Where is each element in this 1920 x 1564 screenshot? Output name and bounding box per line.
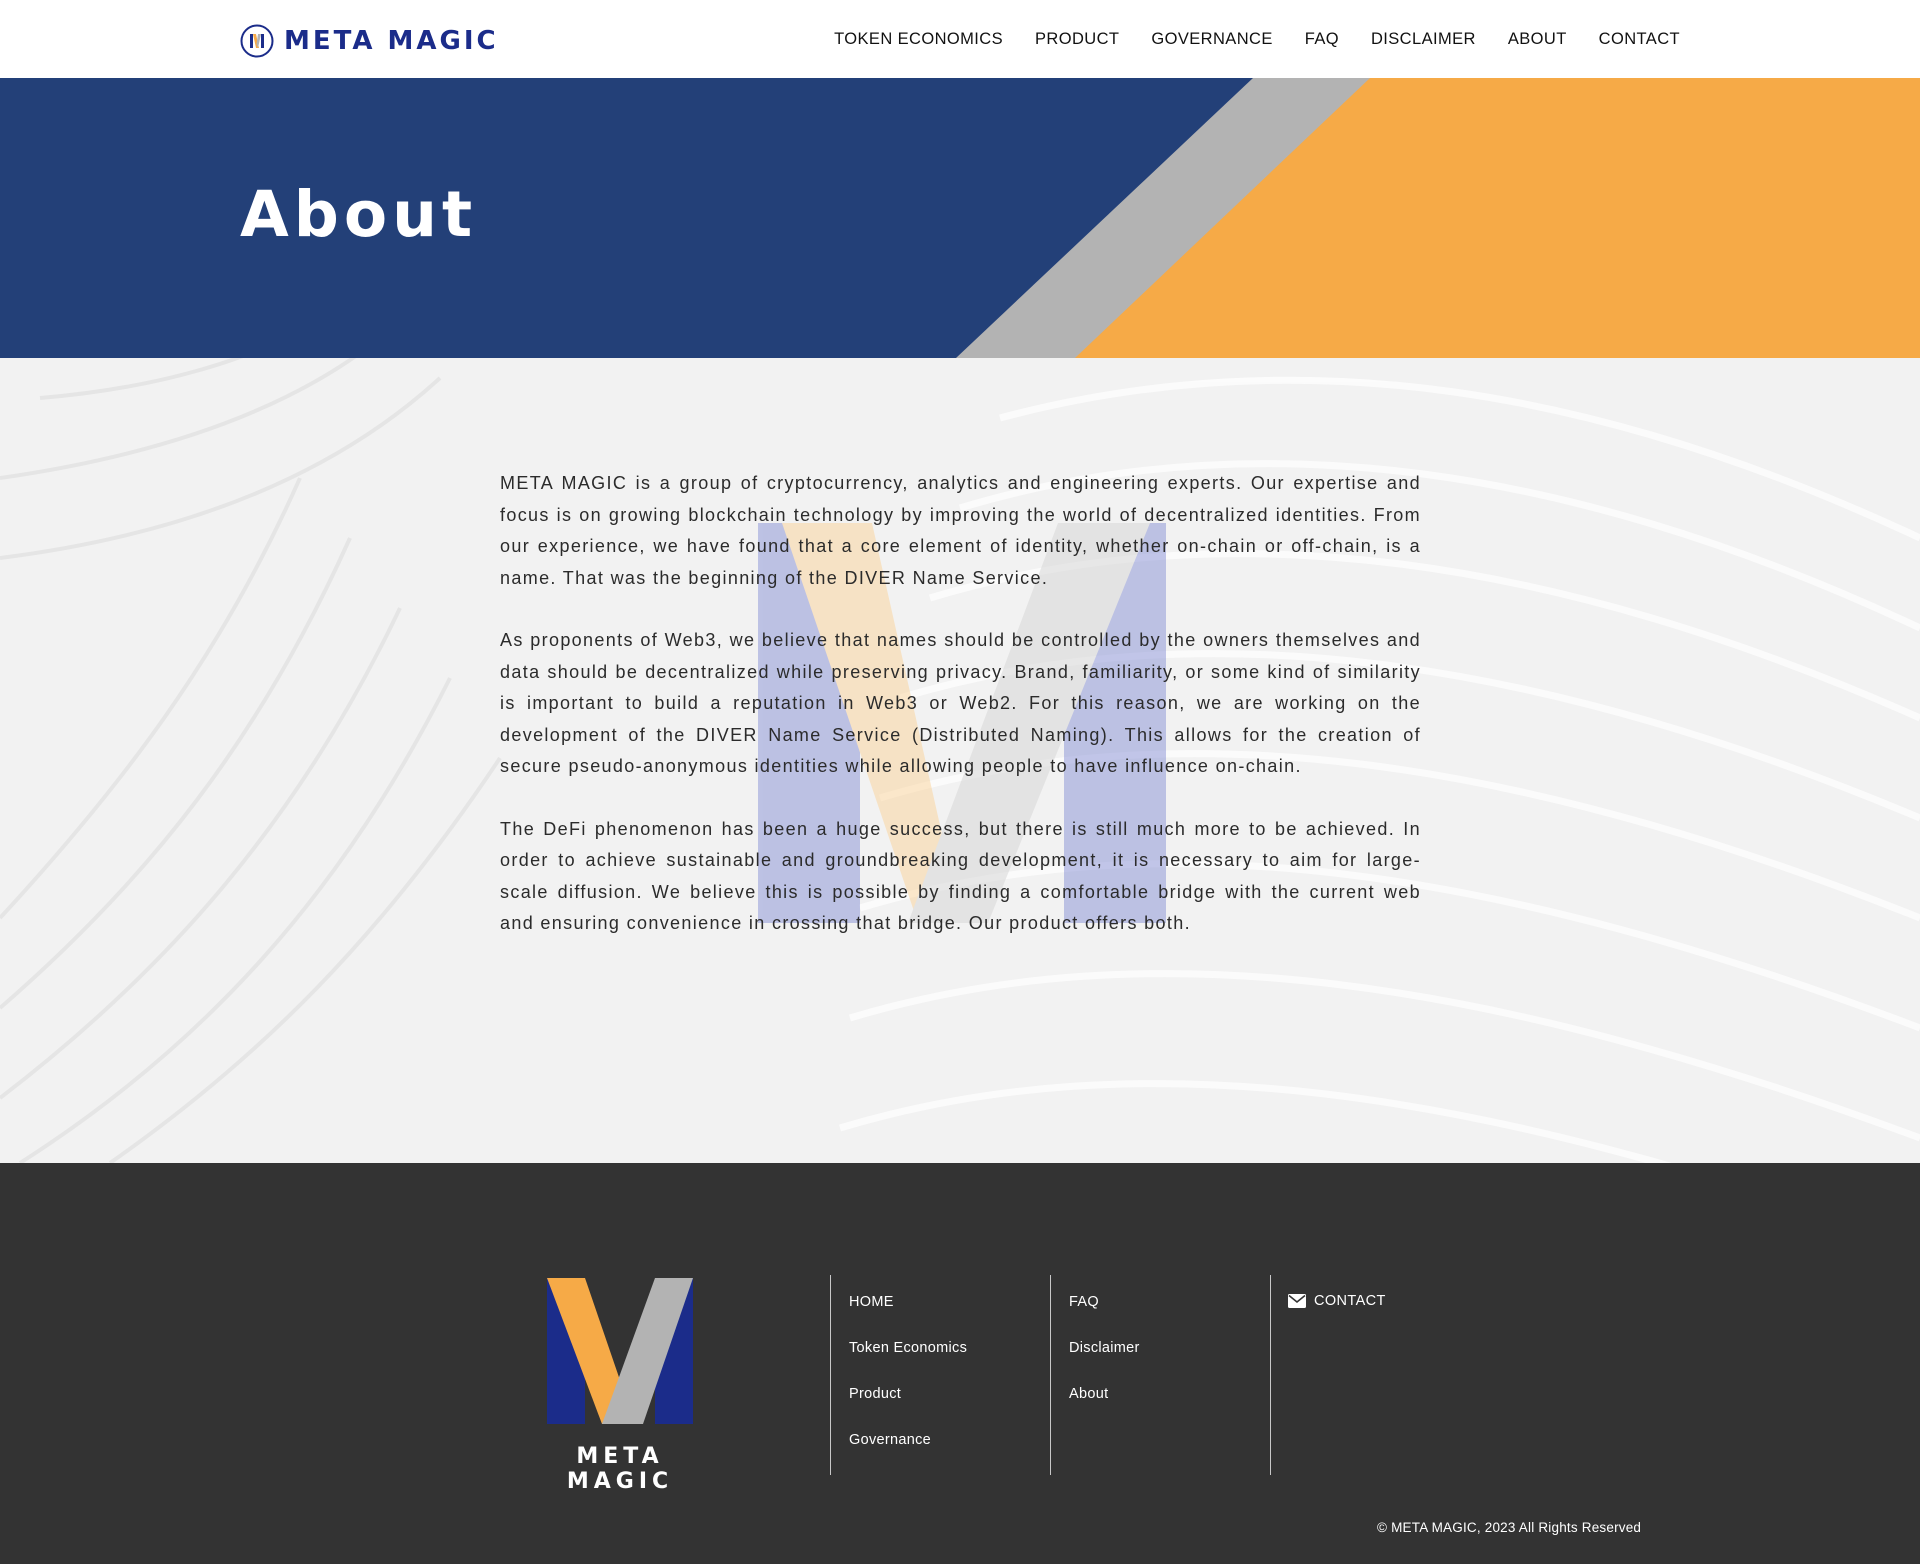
- list-item: Governance: [849, 1431, 967, 1459]
- footer-link-faq[interactable]: FAQ: [1069, 1294, 1099, 1310]
- brand-logo-icon: [240, 24, 274, 58]
- footer-logo-icon: [547, 1278, 693, 1424]
- copyright-text: © META MAGIC, 2023 All Rights Reserved: [1377, 1520, 1642, 1535]
- about-paragraph-3: The DeFi phenomenon has been a huge succ…: [500, 818, 1421, 934]
- footer-link-product[interactable]: Product: [849, 1386, 901, 1402]
- footer-logo[interactable]: META MAGIC: [530, 1278, 710, 1494]
- about-text: META MAGIC is a group of cryptocurrency,…: [500, 468, 1421, 971]
- main-nav: TOKEN ECONOMICS PRODUCT GOVERNANCE FAQ D…: [834, 30, 1680, 49]
- list-item: Disclaimer: [1069, 1339, 1140, 1367]
- footer-link-home[interactable]: HOME: [849, 1294, 894, 1310]
- site-footer: META MAGIC HOME Token Economics Product …: [0, 1163, 1920, 1564]
- brand-home-link[interactable]: META MAGIC: [240, 24, 499, 58]
- footer-link-token-economics[interactable]: Token Economics: [849, 1340, 967, 1356]
- footer-nav-column-1: HOME Token Economics Product Governance: [830, 1275, 967, 1475]
- list-item: Product: [849, 1385, 967, 1413]
- footer-nav-column-2: FAQ Disclaimer About: [1050, 1275, 1140, 1475]
- site-header: META MAGIC TOKEN ECONOMICS PRODUCT GOVER…: [0, 0, 1920, 78]
- nav-token-economics[interactable]: TOKEN ECONOMICS: [834, 30, 1003, 49]
- about-content: META MAGIC is a group of cryptocurrency,…: [0, 358, 1920, 1163]
- about-paragraph-2: As proponents of Web3, we believe that n…: [500, 630, 1421, 776]
- footer-link-about[interactable]: About: [1069, 1386, 1108, 1402]
- nav-product[interactable]: PRODUCT: [1035, 30, 1119, 49]
- nav-faq[interactable]: FAQ: [1305, 30, 1339, 49]
- footer-contact-label: CONTACT: [1314, 1293, 1386, 1309]
- list-item: About: [1069, 1385, 1140, 1413]
- brand-name: META MAGIC: [284, 26, 499, 56]
- nav-disclaimer[interactable]: DISCLAIMER: [1371, 30, 1476, 49]
- about-paragraph-1: META MAGIC is a group of cryptocurrency,…: [500, 473, 1421, 588]
- footer-link-governance[interactable]: Governance: [849, 1432, 931, 1448]
- nav-contact[interactable]: CONTACT: [1599, 30, 1680, 49]
- page-title: About: [240, 178, 478, 251]
- nav-governance[interactable]: GOVERNANCE: [1151, 30, 1272, 49]
- list-item: FAQ: [1069, 1293, 1140, 1321]
- list-item: HOME: [849, 1293, 967, 1321]
- footer-contact-link[interactable]: CONTACT: [1288, 1293, 1386, 1309]
- nav-about[interactable]: ABOUT: [1508, 30, 1567, 49]
- hero-banner: About: [0, 78, 1920, 358]
- envelope-icon: [1288, 1294, 1306, 1308]
- footer-contact-column: CONTACT: [1270, 1275, 1386, 1475]
- footer-brand-name: META MAGIC: [566, 1444, 674, 1494]
- footer-link-disclaimer[interactable]: Disclaimer: [1069, 1340, 1140, 1356]
- list-item: Token Economics: [849, 1339, 967, 1367]
